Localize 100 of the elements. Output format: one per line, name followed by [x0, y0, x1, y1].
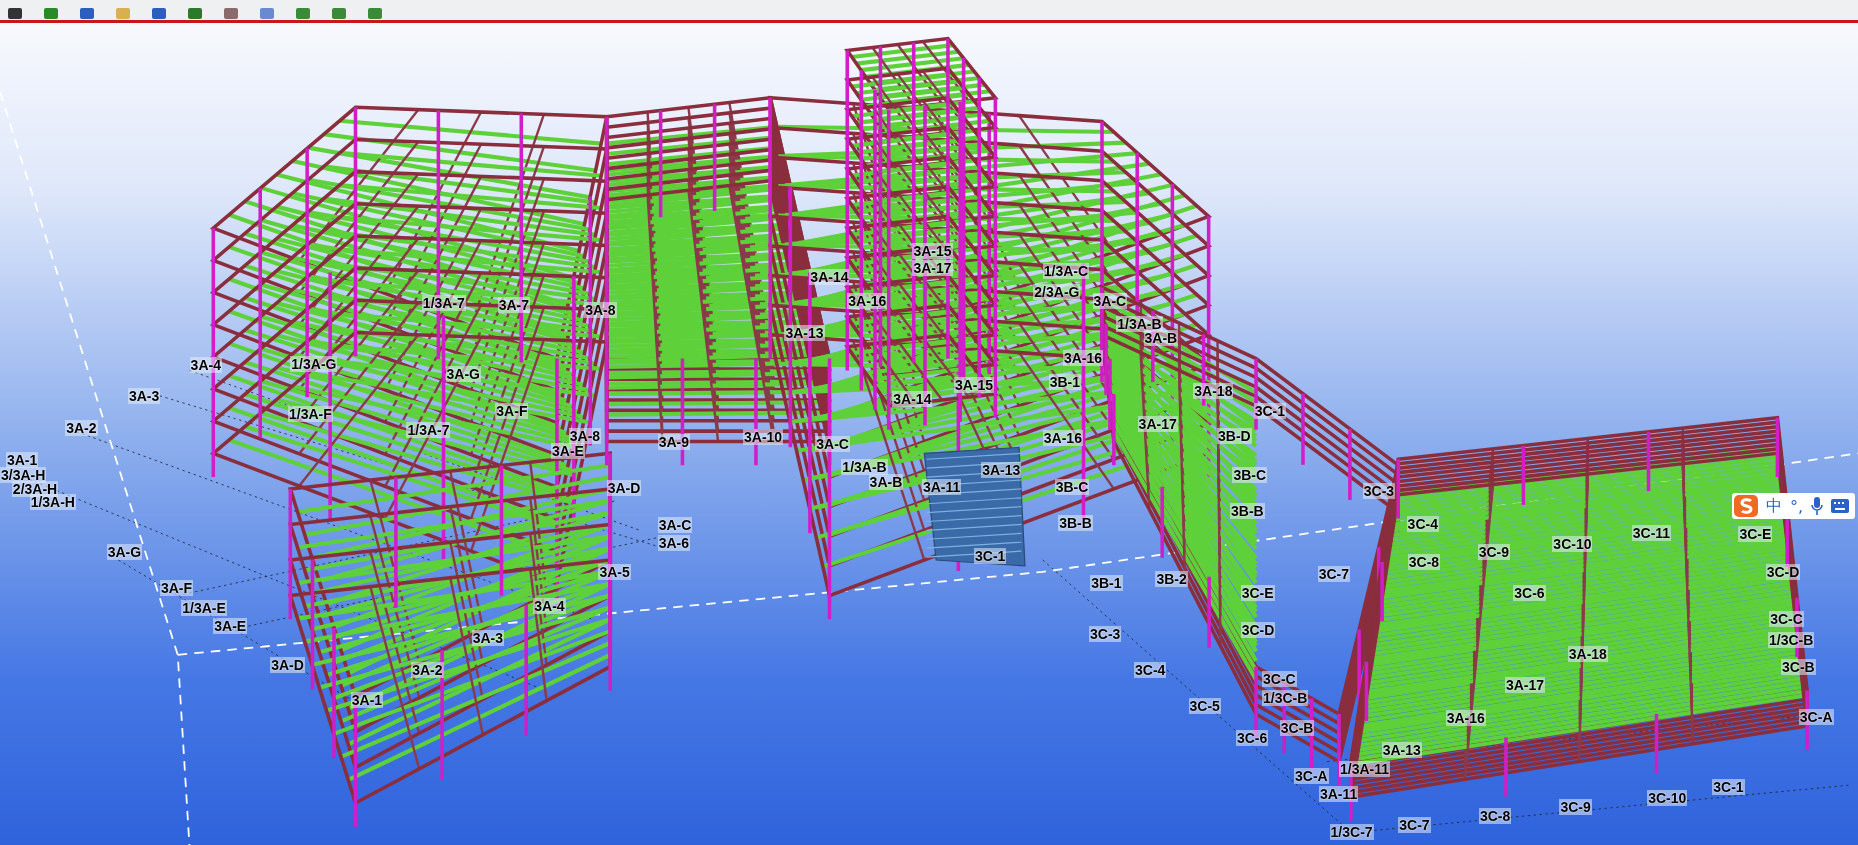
grid-label: 3A-11: [921, 479, 962, 496]
grid-label: 3C-4: [1134, 661, 1167, 678]
grid-label: 3A-B: [868, 474, 904, 491]
grid-label: 3C-E: [1738, 526, 1773, 543]
grid-label: 3A-17: [1137, 416, 1178, 433]
grid-label: 3A-G: [445, 366, 481, 383]
grid-label: 1/3C-7: [1329, 823, 1374, 840]
grid-label: 3C-1: [1253, 403, 1287, 420]
grid-label: 3C-7: [1317, 565, 1351, 582]
grid-label: 1/3A-H: [29, 494, 76, 511]
grid-label: 3B-C: [1054, 479, 1090, 496]
grid-label: 3A-4: [533, 597, 566, 614]
grid-label: 1/3A-C: [1042, 263, 1090, 280]
grid-label: 3A-18: [1567, 646, 1608, 663]
grid-label: 3C-E: [1240, 584, 1275, 601]
grid-label: 3C-C: [1262, 671, 1297, 687]
grid-label: 3A-5: [598, 564, 631, 581]
grid-label: 3A-6: [657, 534, 691, 551]
grid-label: 1/3A-7: [421, 295, 466, 312]
grid-label: 3C-C: [1769, 610, 1804, 627]
grid-label: 3C-8: [1407, 553, 1441, 570]
grid-label: 3B-C: [1232, 467, 1268, 484]
grid-label: 3A-C: [657, 516, 693, 533]
input-method-logo-icon[interactable]: [1734, 495, 1758, 517]
grid-label: 3C-10: [1647, 789, 1688, 806]
grid-label: 3B-B: [1058, 514, 1093, 531]
grid-label: 3C-B: [1279, 719, 1315, 736]
grid-label: 3/3A-H: [0, 467, 47, 484]
grid-label: 3A-2: [65, 419, 98, 436]
grid-label: 3A-3: [471, 629, 504, 646]
grid-label: 3C-5: [1188, 698, 1221, 715]
grid-label: 3A-1: [5, 451, 39, 468]
grid-label: 3C-1: [1712, 778, 1745, 795]
grid-label: 3A-16: [1042, 430, 1083, 447]
grid-label: 3A-B: [1143, 329, 1179, 346]
grid-label: 3A-15: [953, 377, 995, 394]
grid-label: 3A-E: [551, 443, 585, 460]
language-toggle[interactable]: 中: [1766, 495, 1782, 517]
grid-label: 1/3C-B: [1768, 631, 1815, 648]
grid-label: 3C-8: [1478, 808, 1512, 825]
grid-label: 1/3C-B: [1262, 689, 1309, 706]
grid-label: 3A-14: [892, 391, 933, 408]
grid-label: 3C-1: [974, 547, 1007, 564]
grid-label: 2/3A-G: [1033, 283, 1081, 300]
grid-label: 3C-B: [1781, 659, 1816, 676]
grid-label: 3A-11: [1318, 785, 1359, 802]
grid-label: 3A-16: [847, 293, 888, 309]
grid-label: 3A-18: [1193, 383, 1234, 400]
grid-label: 3C-D: [1765, 564, 1801, 581]
grid-label: 3C-D: [1240, 622, 1276, 639]
grid-label: 3A-7: [497, 296, 531, 313]
grid-label: 3A-D: [606, 480, 642, 497]
grid-label: 3C-9: [1559, 799, 1592, 815]
grid-label: 1/3A-E: [181, 599, 227, 616]
grid-label: 3A-8: [584, 302, 617, 319]
grid-label: 3C-6: [1513, 584, 1546, 601]
grid-label: 1/3A-B: [841, 458, 888, 475]
punctuation-toggle[interactable]: °,: [1790, 496, 1804, 516]
grid-label: 3A-C: [815, 436, 850, 453]
grid-label: 3C-11: [1631, 525, 1672, 542]
grid-label: 3A-2: [411, 661, 444, 678]
grid-label: 1/3A-7: [406, 422, 451, 439]
grid-label: 3B-B: [1230, 502, 1265, 519]
grid-label: 3C-10: [1552, 535, 1593, 552]
grid-label: 3C-A: [1798, 708, 1834, 725]
grid-label: 3C-3: [1362, 482, 1396, 499]
grid-label: 3A-1: [350, 692, 384, 709]
grid-label: 3A-D: [270, 656, 305, 673]
grid-label: 3C-7: [1398, 816, 1431, 833]
grid-label: 3A-14: [809, 269, 850, 286]
grid-label: 3A-16: [1062, 349, 1104, 366]
grid-label: 3A-G: [106, 544, 143, 561]
grid-label: 3A-C: [1092, 293, 1128, 309]
microphone-icon[interactable]: [1811, 497, 1824, 515]
grid-label: 1/3A-B: [1116, 315, 1163, 332]
grid-label: 3C-6: [1235, 730, 1269, 747]
grid-label: 3B-1: [1090, 575, 1123, 591]
grid-label: 3A-E: [213, 617, 248, 634]
grid-label: 3A-F: [159, 579, 194, 596]
grid-label: 3B-2: [1155, 571, 1188, 588]
grid-label: 3A-13: [1381, 742, 1422, 759]
grid-label: 3A-10: [743, 429, 784, 446]
grid-label: 3A-15: [912, 243, 953, 260]
grid-label: 3C-A: [1294, 768, 1329, 785]
grid-label: 3A-17: [912, 259, 953, 276]
grid-label: 3A-13: [784, 325, 825, 341]
grid-label: 3C-9: [1477, 544, 1511, 561]
grid-label: 3C-4: [1406, 515, 1439, 532]
keyboard-icon[interactable]: [1831, 499, 1850, 513]
grid-label: 3C-3: [1089, 625, 1122, 642]
grid-label: 1/3A-11: [1339, 761, 1391, 778]
grid-label: 3A-4: [189, 356, 222, 373]
grid-label: 3B-D: [1217, 428, 1252, 445]
grid-label: 3B-1: [1048, 373, 1082, 390]
grid-label: 3A-F: [495, 403, 529, 420]
grid-label: 3A-3: [127, 387, 161, 404]
grid-label: 1/3A-G: [290, 355, 338, 372]
grid-label: 3A-9: [657, 434, 691, 450]
grid-label: 3A-13: [981, 462, 1022, 479]
grid-label: 1/3A-F: [287, 405, 333, 422]
